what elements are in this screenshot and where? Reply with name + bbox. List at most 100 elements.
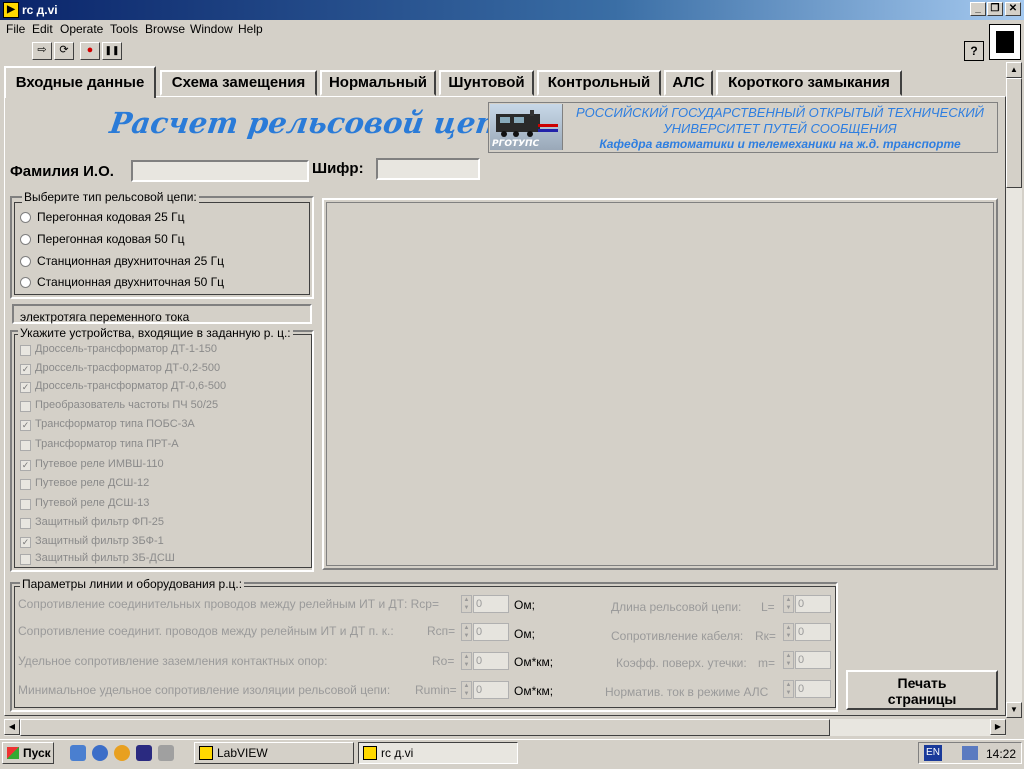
minimize-button[interactable]: _: [970, 2, 986, 16]
circuit-type-label-2: Перегонная кодовая 50 Гц: [37, 232, 185, 246]
param-rk-symbol: Rк=: [755, 629, 776, 643]
param-als-control[interactable]: ▲ ▼ 0: [783, 680, 843, 698]
param-rsp-control[interactable]: ▲ ▼ 0: [461, 623, 521, 641]
scroll-up-arrow-icon[interactable]: ▲: [1006, 62, 1022, 78]
scroll-down-arrow-icon[interactable]: ▼: [1006, 702, 1022, 718]
device-label: Преобразователь частоты ПЧ 50/25: [35, 399, 219, 411]
tab-equivalent-circuit[interactable]: Схема замещения: [160, 70, 317, 96]
pause-icon[interactable]: ❚❚: [102, 42, 122, 60]
menu-browse[interactable]: Browse: [145, 22, 185, 36]
abort-stop-icon[interactable]: ●: [80, 42, 100, 60]
menu-tools[interactable]: Tools: [110, 22, 138, 36]
labview-app-icon: ▶: [3, 2, 19, 18]
save-disk-icon[interactable]: [136, 745, 152, 761]
device-checkbox[interactable]: ✓: [20, 364, 31, 375]
network-icon[interactable]: [962, 746, 978, 760]
browser-icon[interactable]: [92, 745, 108, 761]
start-button[interactable]: Пуск: [2, 742, 54, 764]
device-label: Защитный фильтр ФП-25: [35, 516, 165, 528]
horizontal-scroll-thumb[interactable]: [20, 719, 830, 736]
restore-button[interactable]: ❐: [987, 2, 1003, 16]
task-rc-vi[interactable]: rc д.vi: [358, 742, 518, 764]
circuit-type-label-1: Перегонная кодовая 25 Гц: [37, 210, 185, 224]
param-m-symbol: m=: [758, 656, 776, 670]
menu-operate[interactable]: Operate: [60, 22, 103, 36]
device-checkbox[interactable]: [20, 401, 31, 412]
device-label: Трансформатор типа ПОБС-3А: [35, 418, 195, 430]
param-rk-control[interactable]: ▲ ▼ 0: [783, 623, 843, 641]
device-label: Путевое реле ИМВШ-110: [35, 458, 164, 470]
horizontal-scrollbar[interactable]: ◀ ▶: [4, 719, 1006, 736]
device-checkbox[interactable]: [20, 554, 31, 565]
menu-help[interactable]: Help: [238, 22, 263, 36]
page-title: Расчет рельсовой цепи: [107, 106, 521, 140]
tab-input-data[interactable]: Входные данные: [4, 66, 156, 98]
vertical-scrollbar[interactable]: ▲ ▼: [1006, 62, 1022, 718]
circuit-type-label-3: Станционная двухниточная 25 Гц: [37, 254, 224, 268]
device-label: Дроссель-трансформатор ДТ-0,6-500: [35, 380, 227, 392]
device-checkbox[interactable]: [20, 518, 31, 529]
circuit-type-radio-1[interactable]: [20, 212, 31, 223]
param-rumin-control[interactable]: ▲ ▼ 0: [461, 681, 521, 699]
menu-window[interactable]: Window: [190, 22, 233, 36]
param-rk-label: Сопротивление кабеля:: [611, 629, 744, 643]
traction-type-display: электротяга переменного тока: [12, 304, 312, 324]
circuit-type-radio-2[interactable]: [20, 234, 31, 245]
param-ro-unit: Ом*км;: [514, 655, 554, 669]
device-label: Защитный фильтр ЗБ-ДСШ: [35, 552, 175, 564]
param-rsr-control[interactable]: ▲ ▼ 0: [461, 595, 521, 613]
param-l-control[interactable]: ▲ ▼ 0: [783, 595, 843, 613]
vi-task-icon: [363, 746, 377, 760]
menu-edit[interactable]: Edit: [32, 22, 53, 36]
fio-input[interactable]: [131, 160, 309, 182]
param-rumin-symbol: Rumin=: [415, 683, 457, 697]
tab-als[interactable]: АЛС: [664, 70, 713, 96]
clock: 14:22: [986, 747, 1017, 761]
device-checkbox[interactable]: ✓: [20, 382, 31, 393]
scroll-right-arrow-icon[interactable]: ▶: [990, 719, 1006, 735]
run-arrow-icon[interactable]: ⇨: [32, 42, 52, 60]
university-name-line1: РОССИЙСКИЙ ГОСУДАРСТВЕННЫЙ ОТКРЫТЫЙ ТЕХН…: [576, 105, 984, 120]
param-m-control[interactable]: ▲ ▼ 0: [783, 651, 843, 669]
tab-normal[interactable]: Нормальный: [320, 70, 436, 96]
device-checkbox[interactable]: [20, 499, 31, 510]
device-label: Путевой реле ДСШ-13: [35, 497, 150, 509]
task-labview[interactable]: LabVIEW: [194, 742, 354, 764]
param-ro-symbol: Ro=: [432, 654, 455, 668]
menu-file[interactable]: File: [6, 22, 25, 36]
devices-legend: Укажите устройства, входящие в заданную …: [18, 326, 293, 340]
vertical-scroll-thumb[interactable]: [1006, 78, 1022, 188]
device-checkbox[interactable]: [20, 440, 31, 451]
param-ro-label: Удельное сопротивление заземления контак…: [18, 654, 328, 668]
tab-short-circuit[interactable]: Короткого замыкания: [716, 70, 902, 96]
circuit-type-radio-3[interactable]: [20, 256, 31, 267]
print-button-line1: Печать: [897, 675, 947, 691]
scroll-left-arrow-icon[interactable]: ◀: [4, 719, 20, 735]
tab-control[interactable]: Контрольный: [537, 70, 661, 96]
run-continuously-icon[interactable]: ⟳: [54, 42, 74, 60]
media-player-icon[interactable]: [114, 745, 130, 761]
print-page-button[interactable]: Печать страницы: [846, 670, 998, 710]
param-rsr-unit: Ом;: [514, 598, 535, 612]
code-input[interactable]: [376, 158, 480, 180]
device-checkbox[interactable]: [20, 479, 31, 490]
results-display-area: [322, 198, 998, 570]
param-ro-control[interactable]: ▲ ▼ 0: [461, 652, 521, 670]
device-checkbox[interactable]: [20, 345, 31, 356]
close-button[interactable]: ✕: [1005, 2, 1021, 16]
device-checkbox[interactable]: ✓: [20, 460, 31, 471]
svg-text:РГОТУПС: РГОТУПС: [492, 139, 540, 149]
circuit-type-radio-4[interactable]: [20, 277, 31, 288]
document-icon[interactable]: [158, 745, 174, 761]
context-help-button[interactable]: ?: [964, 41, 984, 61]
language-indicator[interactable]: EN: [924, 745, 942, 761]
code-label: Шифр:: [312, 160, 364, 177]
device-checkbox[interactable]: ✓: [20, 537, 31, 548]
device-checkbox[interactable]: ✓: [20, 420, 31, 431]
print-button-line2: страницы: [887, 691, 957, 707]
tab-shunt[interactable]: Шунтовой: [439, 70, 534, 96]
railway-logo: РГОТУПС: [490, 104, 563, 150]
windows-logo-icon: [7, 747, 19, 759]
task-labview-label: LabVIEW: [217, 746, 268, 760]
ie-icon[interactable]: [70, 745, 86, 761]
